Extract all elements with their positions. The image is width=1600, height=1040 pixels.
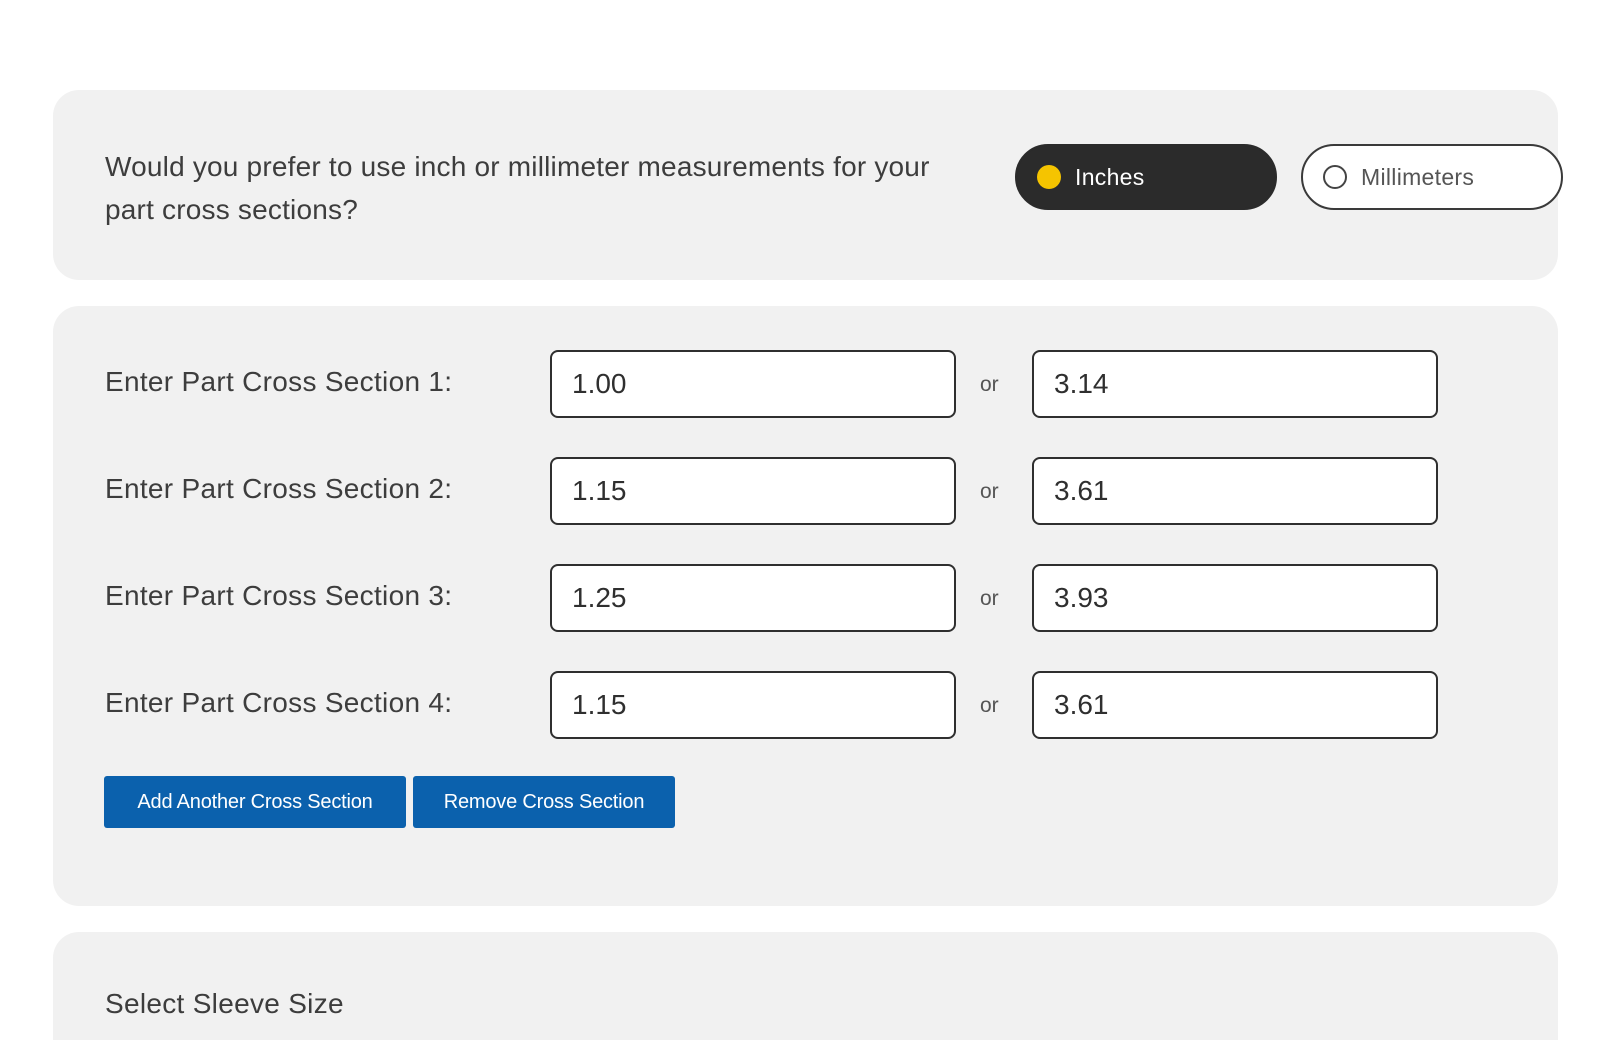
or-separator: or <box>980 587 999 610</box>
radio-inches[interactable]: Inches <box>1015 144 1277 210</box>
cross-section-label: Enter Part Cross Section 3: <box>105 580 453 611</box>
unit-question: Would you prefer to use inch or millimet… <box>105 151 930 225</box>
cross-section-1-inches-input[interactable] <box>550 350 956 418</box>
cross-section-label: Enter Part Cross Section 1: <box>105 366 453 397</box>
cross-section-3-inches-input[interactable] <box>550 564 956 632</box>
cross-section-2-inches-input[interactable] <box>550 457 956 525</box>
remove-cross-section-button[interactable]: Remove Cross Section <box>413 776 675 828</box>
cross-section-4-inches-input[interactable] <box>550 671 956 739</box>
sleeve-size-title: Select Sleeve Size <box>105 988 344 1019</box>
sleeve-size-card: Select Sleeve Size <box>53 932 1558 1040</box>
cross-sections-card: Enter Part Cross Section 1: or Enter Par… <box>53 306 1558 906</box>
cross-section-4-mm-input[interactable] <box>1032 671 1438 739</box>
cross-section-row-2: Enter Part Cross Section 2: or <box>53 457 1558 527</box>
cross-section-1-mm-input[interactable] <box>1032 350 1438 418</box>
radio-inches-label: Inches <box>1075 163 1145 190</box>
or-separator: or <box>980 480 999 503</box>
cross-section-3-mm-input[interactable] <box>1032 564 1438 632</box>
radio-millimeters[interactable]: Millimeters <box>1301 144 1563 210</box>
or-separator: or <box>980 373 999 396</box>
cross-section-label: Enter Part Cross Section 4: <box>105 687 453 718</box>
or-separator: or <box>980 694 999 717</box>
cross-section-row-4: Enter Part Cross Section 4: or <box>53 671 1558 741</box>
cross-section-row-3: Enter Part Cross Section 3: or <box>53 564 1558 634</box>
unit-preference-card: Would you prefer to use inch or millimet… <box>53 90 1563 280</box>
radio-millimeters-label: Millimeters <box>1361 163 1475 190</box>
radio-unselected-icon <box>1323 165 1347 189</box>
add-cross-section-button[interactable]: Add Another Cross Section <box>104 776 406 828</box>
cross-section-row-1: Enter Part Cross Section 1: or <box>53 350 1558 420</box>
cross-section-2-mm-input[interactable] <box>1032 457 1438 525</box>
radio-selected-icon <box>1037 165 1061 189</box>
cross-section-label: Enter Part Cross Section 2: <box>105 473 453 504</box>
